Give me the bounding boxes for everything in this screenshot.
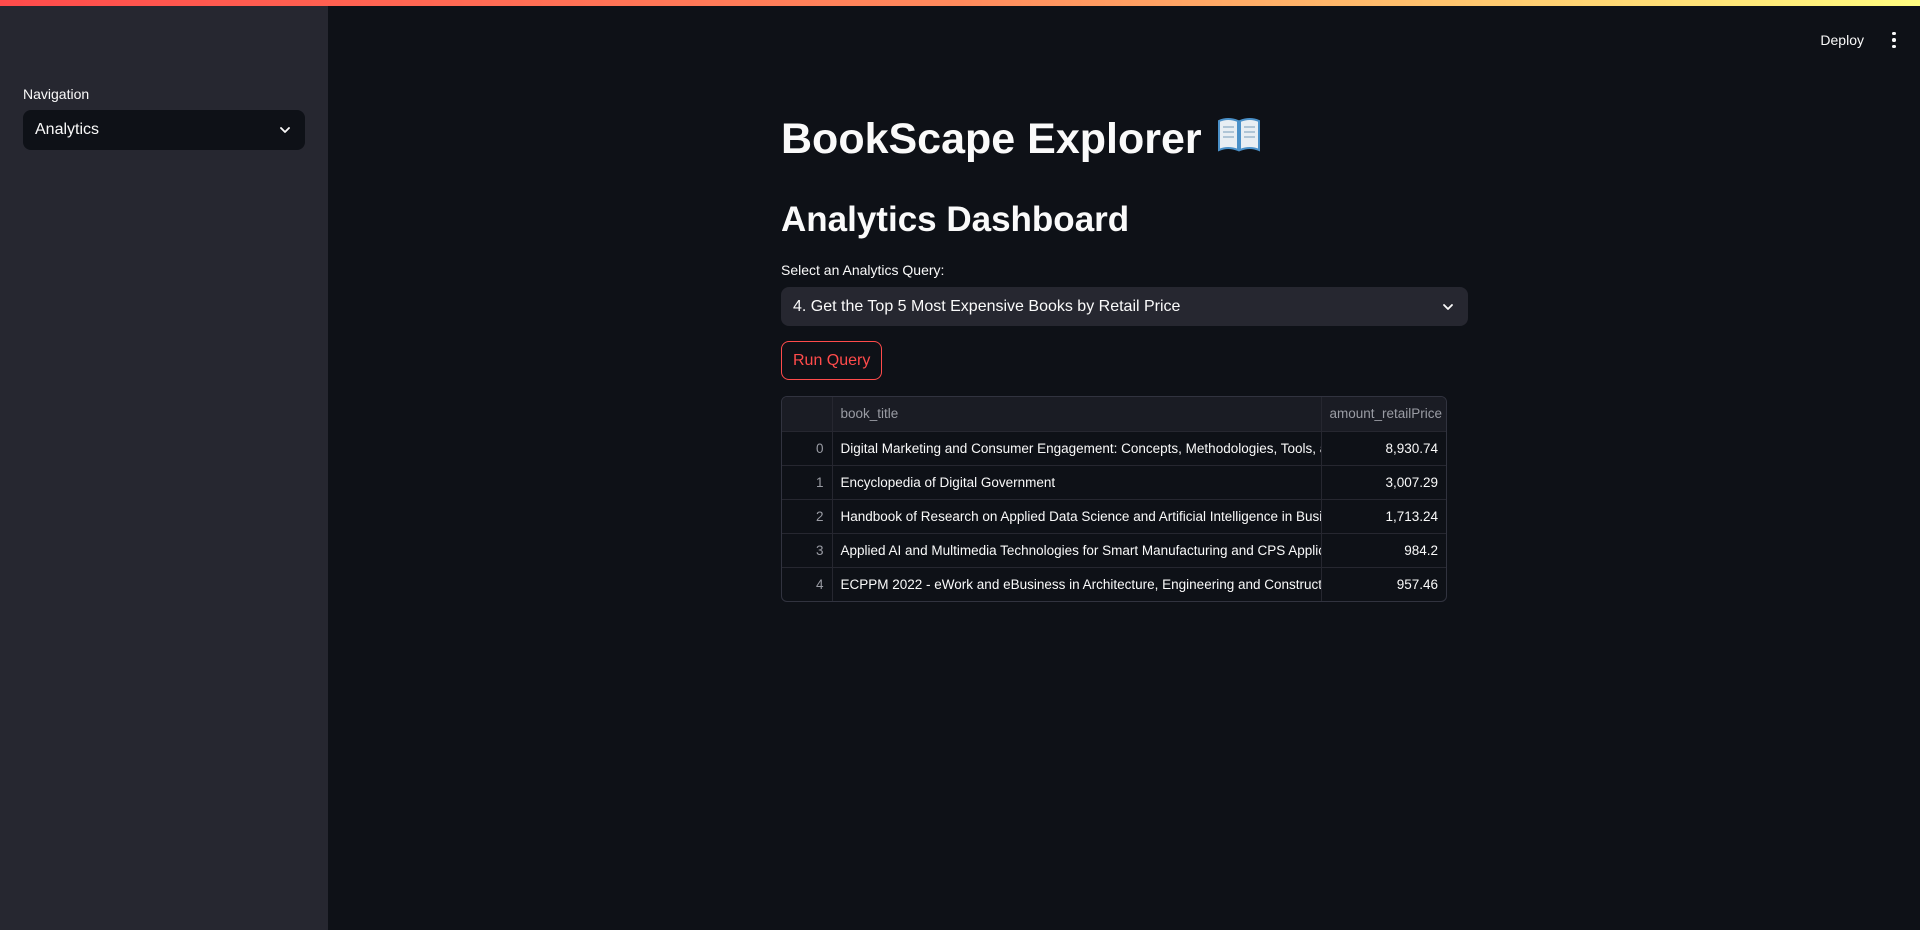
row-index[interactable]: 2 xyxy=(782,499,833,534)
analytics-query-select[interactable]: 4. Get the Top 5 Most Expensive Books by… xyxy=(781,287,1468,326)
analytics-query-select-value: 4. Get the Top 5 Most Expensive Books by… xyxy=(793,297,1181,315)
sidebar: Navigation Analytics xyxy=(0,0,328,930)
cell-retail-price[interactable]: 1,713.24 xyxy=(1321,499,1446,534)
cell-book-title[interactable]: Applied AI and Multimedia Technologies f… xyxy=(832,533,1322,568)
run-query-button[interactable]: Run Query xyxy=(781,341,883,380)
open-book-icon xyxy=(1216,114,1262,165)
header-actions: Deploy xyxy=(1814,28,1900,52)
navigation-select[interactable]: Analytics xyxy=(23,110,305,150)
cell-book-title[interactable]: Encyclopedia of Digital Government xyxy=(832,465,1322,500)
chevron-down-icon xyxy=(1443,303,1453,310)
navigation-select-value: Analytics xyxy=(35,121,100,138)
row-index[interactable]: 1 xyxy=(782,465,833,500)
cell-book-title[interactable]: ECPPM 2022 - eWork and eBusiness in Arch… xyxy=(832,567,1322,601)
table-row: 3 Applied AI and Multimedia Technologies… xyxy=(782,533,1446,568)
cell-retail-price[interactable]: 8,930.74 xyxy=(1321,431,1446,466)
row-index[interactable]: 0 xyxy=(782,431,833,466)
row-index[interactable]: 3 xyxy=(782,533,833,568)
table-header-row: book_title amount_retailPrice xyxy=(782,397,1446,432)
cell-retail-price[interactable]: 984.2 xyxy=(1321,533,1446,568)
cell-book-title[interactable]: Digital Marketing and Consumer Engagemen… xyxy=(832,431,1322,466)
table-row: 4 ECPPM 2022 - eWork and eBusiness in Ar… xyxy=(782,567,1446,601)
table-row: 2 Handbook of Research on Applied Data S… xyxy=(782,499,1446,534)
more-vertical-icon[interactable] xyxy=(1888,31,1900,49)
row-index[interactable]: 4 xyxy=(782,567,833,601)
column-header-index[interactable] xyxy=(782,397,833,432)
chevron-down-icon xyxy=(280,127,290,133)
page-title-text: BookScape Explorer xyxy=(781,115,1202,163)
column-header-book-title[interactable]: book_title xyxy=(832,397,1322,432)
table-row: 1 Encyclopedia of Digital Government 3,0… xyxy=(782,465,1446,500)
query-select-label: Select an Analytics Query: xyxy=(781,262,945,278)
section-title: Analytics Dashboard xyxy=(781,200,1130,239)
navigation-label: Navigation xyxy=(23,86,90,102)
deploy-button[interactable]: Deploy xyxy=(1814,28,1870,52)
column-header-retail-price[interactable]: amount_retailPrice xyxy=(1321,397,1446,432)
results-table[interactable]: book_title amount_retailPrice 0 Digital … xyxy=(781,396,1447,602)
top-decoration-stripe xyxy=(0,0,1920,6)
cell-book-title[interactable]: Handbook of Research on Applied Data Sci… xyxy=(832,499,1322,534)
page-title: BookScape Explorer xyxy=(781,114,1262,165)
cell-retail-price[interactable]: 957.46 xyxy=(1321,567,1446,601)
table-row: 0 Digital Marketing and Consumer Engagem… xyxy=(782,431,1446,466)
cell-retail-price[interactable]: 3,007.29 xyxy=(1321,465,1446,500)
